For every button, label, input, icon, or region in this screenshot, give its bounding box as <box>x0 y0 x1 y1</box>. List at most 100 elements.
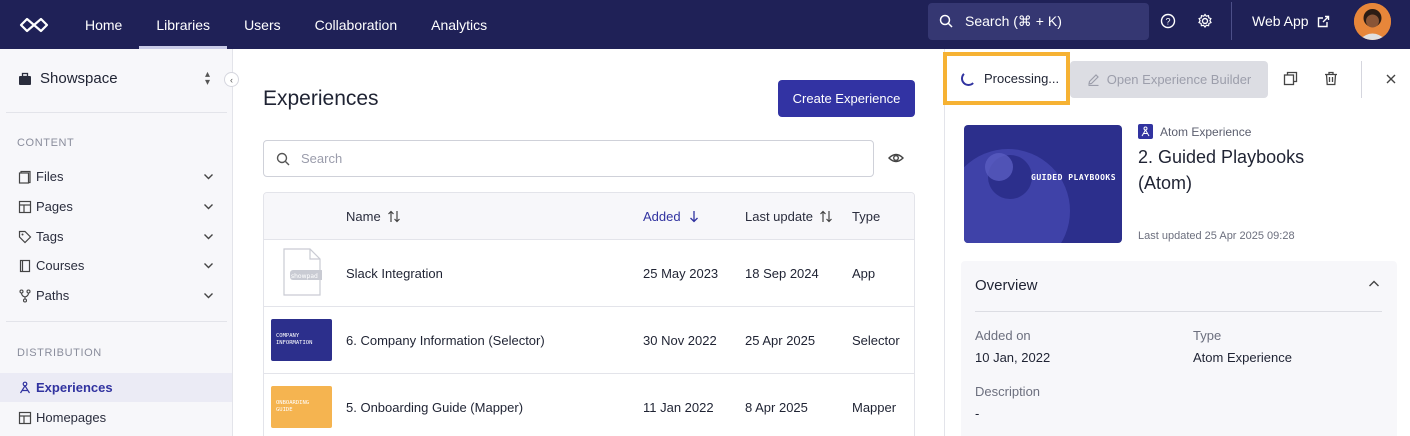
experience-icon <box>18 381 32 395</box>
type-label: Type <box>1193 328 1222 343</box>
search-input[interactable]: Search <box>263 140 874 177</box>
sidebar: Showspace ▴ ▾ ‹ CONTENT Files Pages Tags … <box>0 49 239 436</box>
web-app-link[interactable]: Web App <box>1252 13 1330 29</box>
spinner-icon <box>961 71 976 86</box>
overview-heading[interactable]: Overview <box>975 277 1038 294</box>
sidebar-divider <box>6 321 227 322</box>
column-header-last-update[interactable]: Last update <box>745 209 833 224</box>
homepage-icon <box>18 411 32 425</box>
sidebar-item-pages[interactable]: Pages <box>0 192 232 221</box>
panel-divider <box>1361 61 1362 98</box>
experience-type-label: Atom Experience <box>1160 124 1252 139</box>
branch-icon <box>18 288 32 303</box>
workspace-selector[interactable]: Showspace <box>18 70 118 87</box>
distribution-section-label: DISTRIBUTION <box>17 347 102 359</box>
sidebar-item-homepages[interactable]: Homepages <box>0 403 232 432</box>
chevron-up-icon[interactable] <box>1368 279 1380 289</box>
processing-label: Processing... <box>984 71 1060 86</box>
trash-icon[interactable] <box>1324 71 1338 86</box>
global-search[interactable]: Search (⌘ + K) <box>928 3 1149 40</box>
overview-divider <box>975 311 1382 312</box>
avatar[interactable] <box>1354 3 1391 40</box>
web-app-label: Web App <box>1252 13 1309 29</box>
processing-indicator: Processing... <box>943 52 1070 105</box>
sidebar-item-experiences[interactable]: Experiences <box>0 373 232 402</box>
pages-icon <box>18 200 32 214</box>
table-row[interactable]: showpad Slack Integration 25 May 2023 18… <box>264 240 914 307</box>
workspace-name: Showspace <box>40 70 118 87</box>
sidebar-divider <box>6 112 227 113</box>
page-title: Experiences <box>263 87 379 110</box>
svg-text:?: ? <box>1165 17 1170 27</box>
workspace-switch-icon[interactable]: ▴ ▾ <box>205 70 210 88</box>
arrow-down-icon <box>689 211 698 223</box>
chevron-down-icon <box>204 174 213 180</box>
sort-icon <box>820 210 832 223</box>
file-thumbnail <box>283 248 322 296</box>
row-name: 6. Company Information (Selector) <box>346 333 545 348</box>
nav-libraries[interactable]: Libraries <box>139 0 227 49</box>
nav-users[interactable]: Users <box>227 0 298 49</box>
type-value: Atom Experience <box>1193 350 1292 365</box>
atom-experience-icon <box>1138 124 1153 139</box>
column-header-name[interactable]: Name <box>346 209 401 224</box>
pencil-icon <box>1087 74 1099 86</box>
chevron-down-icon <box>204 234 213 240</box>
create-experience-button[interactable]: Create Experience <box>778 80 915 117</box>
column-added-label: Added <box>643 209 681 224</box>
sidebar-item-courses[interactable]: Courses <box>0 251 232 280</box>
description-value: - <box>975 406 980 421</box>
sort-icon <box>387 210 400 223</box>
added-on-label: Added on <box>975 328 1031 343</box>
column-type-label: Type <box>852 209 881 224</box>
row-last-update: 25 Apr 2025 <box>745 333 816 348</box>
column-last-update-label: Last update <box>745 209 813 224</box>
thumbnail-label: ONBOARDING GUIDE <box>276 400 310 413</box>
table-row[interactable]: ONBOARDING GUIDE 5. Onboarding Guide (Ma… <box>264 374 914 436</box>
collapse-sidebar-button[interactable]: ‹ <box>224 72 239 87</box>
sidebar-item-label: Files <box>36 169 64 184</box>
open-experience-builder-button[interactable]: Open Experience Builder <box>1070 61 1268 98</box>
column-header-added[interactable]: Added <box>643 209 701 224</box>
column-header-type[interactable]: Type <box>852 209 880 224</box>
last-updated-text: Last updated 25 Apr 2025 09:28 <box>1138 230 1295 242</box>
experience-title: 2. Guided Playbooks (Atom) <box>1138 147 1305 193</box>
overview-section: Overview Added on 10 Jan, 2022 Type Atom… <box>961 261 1397 436</box>
added-on-value: 10 Jan, 2022 <box>975 350 1051 365</box>
help-icon[interactable]: ? <box>1160 13 1176 29</box>
close-icon[interactable] <box>1386 74 1396 84</box>
sidebar-item-files[interactable]: Files <box>0 162 232 191</box>
table-header: Name Added Last update Type <box>264 193 914 240</box>
global-search-label: Search (⌘ + K) <box>965 13 1062 29</box>
duplicate-icon[interactable] <box>1283 71 1298 86</box>
files-icon <box>18 170 32 184</box>
eye-icon[interactable] <box>888 151 904 165</box>
experience-thumbnail: COMPANY INFORMATION <box>271 319 332 361</box>
sidebar-item-tags[interactable]: Tags <box>0 222 232 251</box>
nav-home[interactable]: Home <box>68 0 139 49</box>
experiences-table: Name Added Last update Type showpad Slac… <box>263 192 915 436</box>
row-name: 5. Onboarding Guide (Mapper) <box>346 400 524 415</box>
showpad-logo-icon[interactable] <box>0 0 68 49</box>
column-name-label: Name <box>346 209 381 224</box>
nav-collaboration[interactable]: Collaboration <box>298 0 415 49</box>
sidebar-item-label: Pages <box>36 199 73 214</box>
row-type: Selector <box>852 333 900 348</box>
chevron-left-icon: ‹ <box>230 74 233 85</box>
nav-analytics[interactable]: Analytics <box>414 0 504 49</box>
table-row[interactable]: COMPANY INFORMATION 6. Company Informati… <box>264 307 914 374</box>
external-link-icon <box>1317 15 1329 27</box>
briefcase-icon <box>19 72 31 85</box>
search-placeholder: Search <box>301 151 343 166</box>
chevron-down-icon <box>204 263 213 269</box>
row-type: App <box>852 266 876 281</box>
chevron-down-icon <box>204 293 213 299</box>
sidebar-item-label: Paths <box>36 288 70 303</box>
row-last-update: 18 Sep 2024 <box>745 266 819 281</box>
gear-icon[interactable] <box>1197 13 1213 29</box>
search-icon <box>939 14 953 28</box>
sidebar-item-paths[interactable]: Paths <box>0 281 232 310</box>
sidebar-item-label: Experiences <box>36 380 113 395</box>
row-name: Slack Integration <box>346 266 443 281</box>
tag-icon <box>18 230 32 244</box>
